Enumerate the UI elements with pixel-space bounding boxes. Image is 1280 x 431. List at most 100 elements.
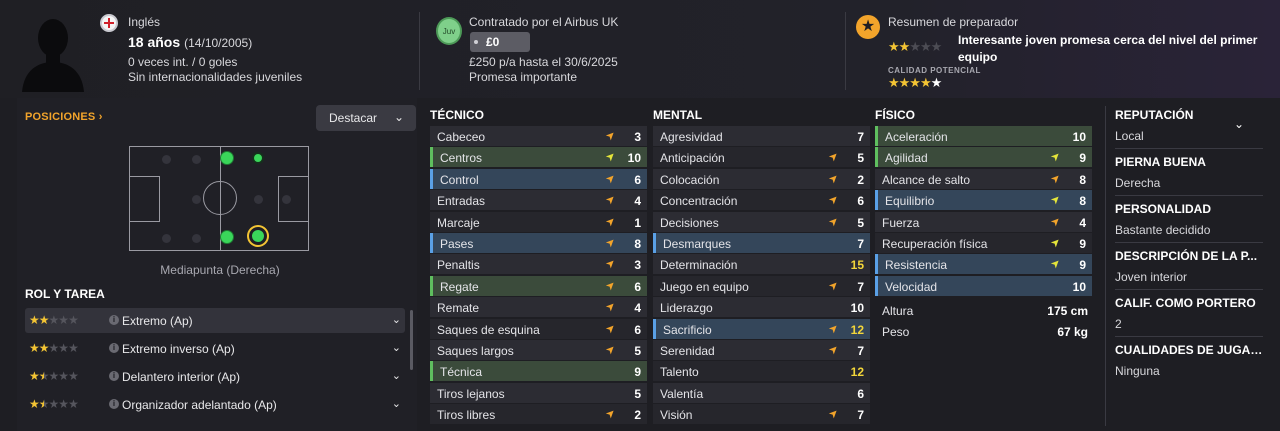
positions-link[interactable]: POSICIONES › (25, 111, 103, 123)
info-icon[interactable]: i (109, 343, 119, 353)
attribute-row[interactable]: Tiros libres ➤ 2 (430, 404, 647, 425)
highlight-dropdown[interactable]: Destacar ⌄ (316, 105, 416, 131)
attribute-row[interactable]: Serenidad ➤ 7 (653, 340, 870, 360)
position-dot[interactable] (254, 195, 263, 204)
chevron-down-icon[interactable]: ⌄ (392, 341, 401, 354)
attribute-value: 9 (1079, 237, 1086, 251)
position-dot[interactable] (220, 230, 234, 244)
transfer-value[interactable]: £0 (470, 32, 530, 52)
attribute-row[interactable]: Cabeceo ➤ 3 (430, 126, 647, 146)
attribute-row[interactable]: Saques de esquina ➤ 6 (430, 318, 647, 339)
attribute-name: Liderazgo (660, 301, 713, 316)
position-dot[interactable] (220, 151, 234, 165)
info-label: DESCRIPCIÓN DE LA P... (1115, 249, 1258, 263)
attribute-name: Concentración (660, 194, 738, 209)
attribute-name: Fuerza (882, 215, 920, 230)
attribute-row[interactable]: Concentración ➤ 6 (653, 190, 870, 211)
attribute-row[interactable]: Aceleración 10 (875, 126, 1092, 146)
attribute-value: 15 (850, 258, 864, 273)
attribute-row[interactable]: Determinación 15 (653, 254, 870, 275)
info-value: Ninguna (1115, 364, 1160, 378)
attribute-row[interactable]: Regate ➤ 6 (430, 275, 647, 296)
attribute-value: 3 (634, 130, 641, 144)
info-separator (1115, 289, 1263, 290)
chevron-down-icon[interactable]: ⌄ (1234, 117, 1244, 131)
attribute-row[interactable]: Entradas ➤ 4 (430, 190, 647, 211)
position-dot[interactable] (162, 234, 171, 243)
attribute-row[interactable]: Visión ➤ 7 (653, 404, 870, 425)
role-list-scrollbar[interactable] (410, 310, 413, 370)
attribute-name: Penaltis (437, 258, 480, 273)
position-dot[interactable] (192, 155, 201, 164)
highlight-label: Destacar (329, 111, 378, 125)
attribute-row[interactable]: Saques largos ➤ 5 (430, 340, 647, 360)
attribute-row[interactable]: Fuerza ➤ 4 (875, 211, 1092, 232)
attribute-row[interactable]: Desmarques 7 (653, 233, 870, 253)
strong-progress-arrow-icon: ➤ (1048, 192, 1064, 208)
contract-promise: Promesa importante (469, 70, 578, 84)
attribute-row[interactable]: Alcance de salto ➤ 8 (875, 168, 1092, 189)
attribute-value: 8 (1079, 172, 1086, 187)
progress-arrow-icon: ➤ (603, 342, 619, 358)
chevron-down-icon[interactable]: ⌄ (392, 397, 401, 410)
attribute-row[interactable]: Colocación ➤ 2 (653, 168, 870, 189)
role-row[interactable]: ★★★★★ i Extremo (Ap) ⌄ (25, 308, 405, 333)
attribute-row[interactable]: Anticipación ➤ 5 (653, 147, 870, 168)
attribute-row[interactable]: Penaltis ➤ 3 (430, 254, 647, 275)
attribute-row[interactable]: Agresividad 7 (653, 126, 870, 146)
attribute-value: 4 (634, 301, 641, 316)
role-row[interactable]: ★★★★★ i Extremo inverso (Ap) ⌄ (25, 336, 405, 361)
attribute-row[interactable]: Marcaje ➤ 1 (430, 211, 647, 232)
player-age: 18 años (14/10/2005) (128, 34, 252, 50)
info-icon[interactable]: i (109, 371, 119, 381)
attribute-row[interactable]: Recuperación física ➤ 9 (875, 233, 1092, 253)
progress-arrow-icon: ➤ (826, 278, 842, 294)
position-dot[interactable] (162, 155, 171, 164)
attribute-name: Entradas (437, 194, 486, 209)
attribute-value: 12 (850, 322, 864, 337)
attribute-row[interactable]: Liderazgo 10 (653, 297, 870, 318)
attribute-name: Marcaje (437, 215, 480, 230)
attribute-row[interactable]: Talento 12 (653, 361, 870, 382)
contract-club[interactable]: Contratado por el Airbus UK (469, 15, 618, 29)
attribute-row[interactable]: Control ➤ 6 (430, 168, 647, 189)
attribute-row[interactable]: Equilibrio ➤ 8 (875, 190, 1092, 211)
info-icon[interactable]: i (109, 399, 119, 409)
attribute-row[interactable]: Tiros lejanos 5 (430, 382, 647, 403)
info-separator (1115, 336, 1263, 337)
club-badge-icon[interactable]: Juv (436, 17, 462, 45)
attribute-row[interactable]: Decisiones ➤ 5 (653, 211, 870, 232)
info-label: PIERNA BUENA (1115, 155, 1206, 169)
position-dot[interactable] (282, 195, 291, 204)
attribute-row[interactable]: Agilidad ➤ 9 (875, 147, 1092, 168)
header-divider (845, 12, 846, 90)
info-separator (1115, 242, 1263, 243)
chevron-down-icon[interactable]: ⌄ (392, 313, 401, 326)
role-row[interactable]: ★★★★★ i Organizador adelantado (Ap) ⌄ (25, 392, 405, 417)
attribute-row[interactable]: Técnica 9 (430, 361, 647, 382)
info-value: Bastante decidido (1115, 223, 1211, 237)
current-ability-stars: ★★★★★ (888, 39, 942, 54)
attribute-row[interactable]: Remate ➤ 4 (430, 297, 647, 318)
attribute-value: 1 (634, 215, 641, 230)
attribute-row[interactable]: Pases ➤ 8 (430, 233, 647, 253)
info-icon[interactable]: i (109, 315, 119, 325)
position-dot[interactable] (252, 152, 264, 164)
attribute-row[interactable]: Sacrificio ➤ 12 (653, 318, 870, 339)
attribute-row[interactable]: Resistencia ➤ 9 (875, 254, 1092, 275)
attribute-row[interactable]: Velocidad 10 (875, 275, 1092, 296)
role-row[interactable]: ★★★★★ i Delantero interior (Ap) ⌄ (25, 364, 405, 389)
strong-progress-arrow-icon: ➤ (603, 149, 619, 165)
chevron-down-icon[interactable]: ⌄ (392, 369, 401, 382)
attribute-value: 7 (857, 130, 864, 144)
position-dot[interactable] (192, 195, 201, 204)
club-badge-label: Juv (442, 27, 456, 36)
attribute-value: 5 (857, 151, 864, 166)
position-dot[interactable] (192, 234, 201, 243)
selected-position-dot[interactable] (249, 227, 267, 245)
attribute-row[interactable]: Juego en equipo ➤ 7 (653, 275, 870, 296)
attribute-value: 9 (1079, 151, 1086, 166)
attribute-row[interactable]: Valentía 6 (653, 382, 870, 403)
attribute-row[interactable]: Centros ➤ 10 (430, 147, 647, 168)
coach-report-title[interactable]: Resumen de preparador (888, 15, 1018, 29)
